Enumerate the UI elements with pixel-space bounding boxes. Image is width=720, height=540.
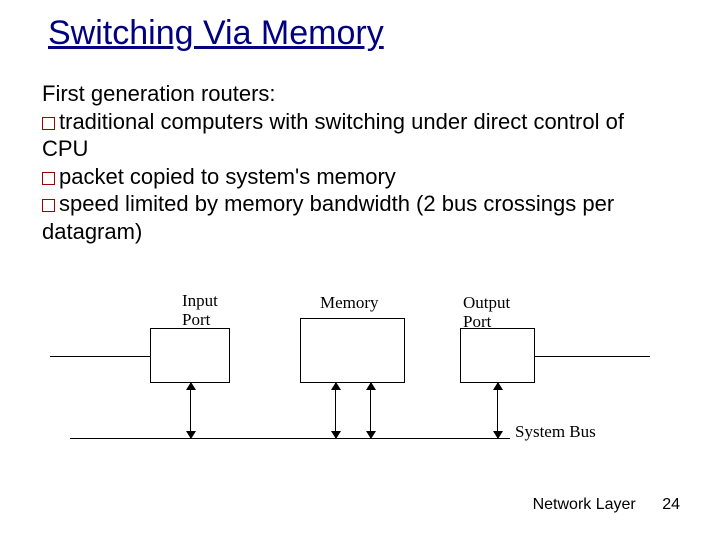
bullet-3: speed limited by memory bandwidth (2 bus… bbox=[42, 190, 662, 245]
body-text: First generation routers: traditional co… bbox=[42, 80, 662, 245]
bullet-icon bbox=[42, 117, 55, 130]
arrow-output-bus bbox=[497, 383, 498, 438]
input-port-label: Input Port bbox=[182, 292, 242, 329]
bullet-1: traditional computers with switching und… bbox=[42, 108, 662, 163]
arrow-memory-bus-2 bbox=[370, 383, 371, 438]
memory-label: Memory bbox=[320, 294, 379, 313]
left-line bbox=[50, 356, 150, 357]
right-line bbox=[535, 356, 650, 357]
input-port-box bbox=[150, 328, 230, 383]
output-port-box bbox=[460, 328, 535, 383]
intro-line: First generation routers: bbox=[42, 80, 662, 108]
page-number: 24 bbox=[662, 496, 680, 513]
bullet-3-text: speed limited by memory bandwidth (2 bus… bbox=[42, 191, 614, 244]
arrow-input-bus bbox=[190, 383, 191, 438]
slide-title: Switching Via Memory bbox=[48, 14, 384, 53]
output-port-label: Output Port bbox=[463, 294, 523, 331]
bullet-icon bbox=[42, 199, 55, 212]
input-label-1: Input bbox=[182, 291, 218, 310]
bullet-1-text: traditional computers with switching und… bbox=[42, 109, 624, 162]
bullet-2: packet copied to system's memory bbox=[42, 163, 662, 191]
slide: Switching Via Memory First generation ro… bbox=[0, 0, 720, 540]
diagram: Input Port Memory Output Port System Bus bbox=[50, 288, 650, 448]
bullet-2-text: packet copied to system's memory bbox=[59, 164, 396, 189]
arrow-memory-bus-1 bbox=[335, 383, 336, 438]
input-label-2: Port bbox=[182, 310, 210, 329]
system-bus-line bbox=[70, 438, 510, 439]
system-bus-label: System Bus bbox=[515, 423, 596, 442]
footer: Network Layer 24 bbox=[533, 496, 680, 514]
memory-box bbox=[300, 318, 405, 383]
footer-section: Network Layer bbox=[533, 496, 636, 513]
output-label-1: Output bbox=[463, 293, 510, 312]
bullet-icon bbox=[42, 172, 55, 185]
output-label-2: Port bbox=[463, 312, 491, 331]
